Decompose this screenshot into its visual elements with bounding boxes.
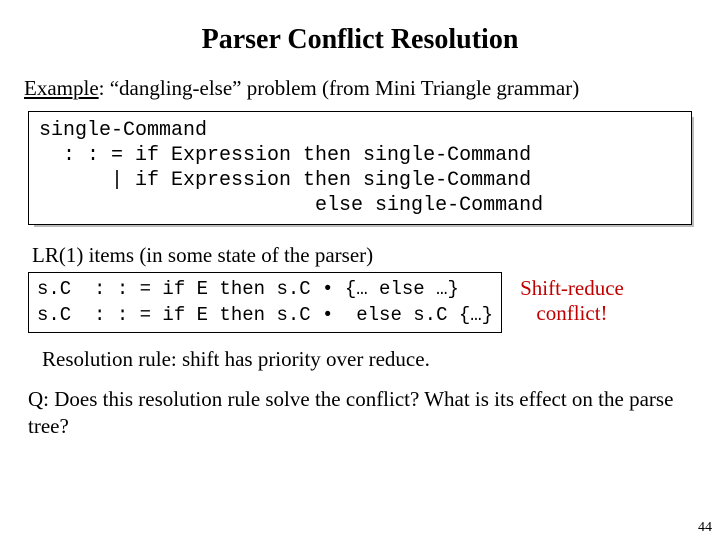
example-label: Example: [24, 76, 99, 100]
question-text: Q: Does this resolution rule solve the c…: [28, 386, 692, 439]
grammar-box: single-Command : : = if Expression then …: [28, 111, 692, 225]
lr-items-box: s.C : : = if E then s.C • {… else …} s.C…: [28, 272, 502, 333]
slide-title: Parser Conflict Resolution: [24, 24, 696, 56]
conflict-callout: Shift-reduce conflict!: [520, 272, 624, 326]
resolution-rule: Resolution rule: shift has priority over…: [42, 347, 696, 372]
example-line: Example: “dangling-else” problem (from M…: [24, 76, 696, 101]
grammar-text: single-Command : : = if Expression then …: [28, 111, 692, 225]
page-number: 44: [698, 520, 712, 536]
conflict-line-1: Shift-reduce: [520, 276, 624, 300]
lr-items-caption: LR(1) items (in some state of the parser…: [32, 243, 696, 268]
conflict-line-2: conflict!: [536, 301, 607, 325]
example-rest: : “dangling-else” problem (from Mini Tri…: [99, 76, 580, 100]
lr-items-row: s.C : : = if E then s.C • {… else …} s.C…: [28, 272, 692, 333]
